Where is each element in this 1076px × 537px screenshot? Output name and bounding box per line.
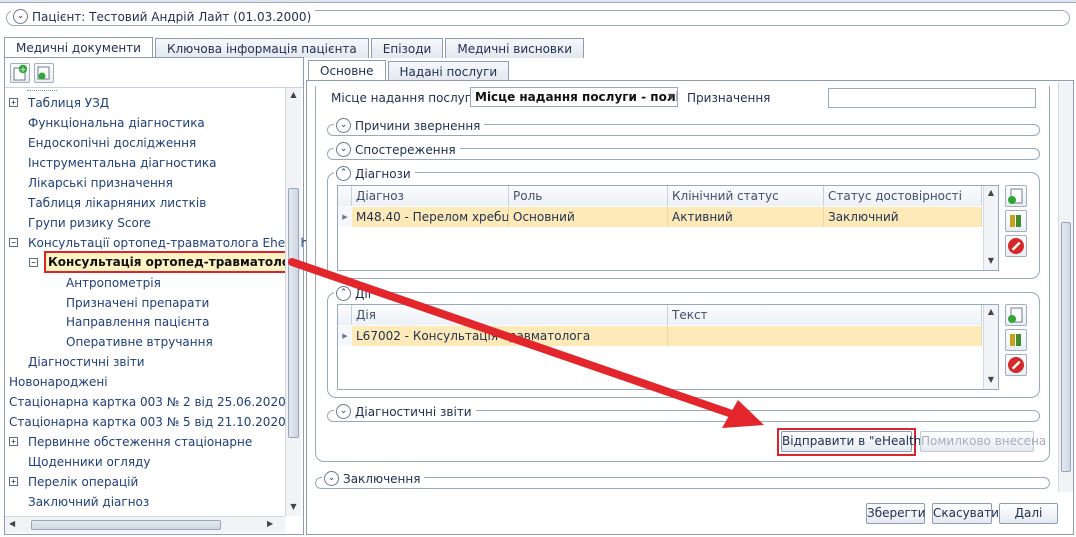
annotation-arrow [288, 258, 764, 428]
